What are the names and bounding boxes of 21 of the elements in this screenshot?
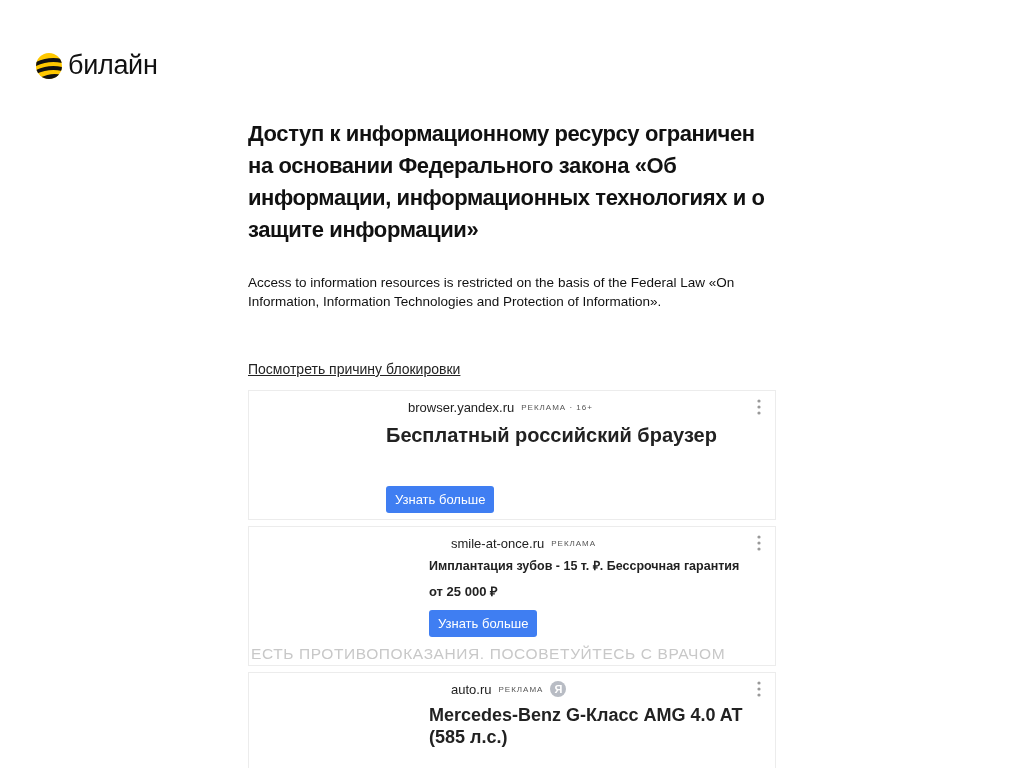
more-icon[interactable] — [757, 681, 761, 697]
ad-domain[interactable]: smile-at-once.ru — [451, 535, 545, 551]
yandex-badge: Я — [550, 681, 567, 697]
ad-title[interactable]: Бесплатный российский браузер — [386, 423, 765, 447]
ad-label: РЕКЛАМА · 16+ — [521, 402, 593, 412]
ad-price: от 25 000 ₽ — [429, 583, 499, 600]
block-reason-link[interactable]: Посмотреть причину блокировки — [248, 361, 461, 377]
ad-label: РЕКЛАМА — [551, 538, 597, 548]
ad-title[interactable]: Имплантация зубов - 15 т. ₽. Бессрочная гарантия — [429, 559, 765, 574]
more-icon[interactable] — [757, 535, 761, 551]
learn-more-button[interactable]: Узнать больше — [429, 610, 538, 637]
ad-domain[interactable]: auto.ru — [451, 681, 492, 697]
page-heading: Доступ к информационному ресурсу ограничен на основании Федерального закона «Об информации, информационных технологиях и о защите информации» — [248, 120, 766, 244]
ad-title[interactable]: Mercedes-Benz G-Класс AMG 4.0 AT (585 л.с.) — [429, 705, 765, 749]
logo-text: билайн — [68, 50, 158, 81]
ad-label: РЕКЛАМА — [498, 684, 544, 694]
more-icon[interactable] — [757, 399, 761, 415]
learn-more-button[interactable]: Узнать больше — [386, 486, 495, 513]
ad-domain[interactable]: browser.yandex.ru — [408, 399, 515, 415]
beeline-logo-icon — [36, 52, 62, 79]
description-text: Access to information resources is restricted on the basis of the Federal Law «On Information, Information Technologies and Protection of Information». — [248, 274, 736, 311]
